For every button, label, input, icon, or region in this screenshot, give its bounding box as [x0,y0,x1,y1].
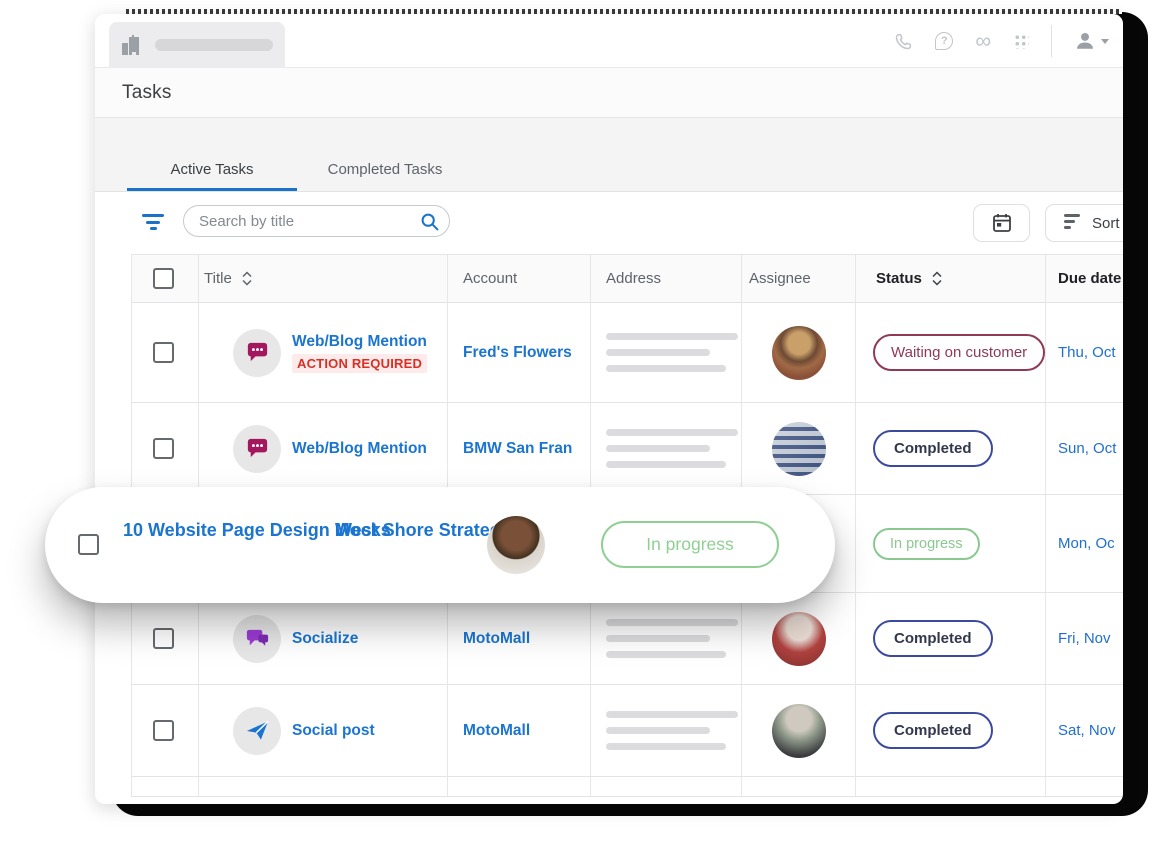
help-icon[interactable]: ? [935,32,953,50]
assignee-avatar [772,612,826,666]
callout-title-link[interactable]: 10 Website Page Design Mocks [123,517,293,544]
user-menu-caret [1101,39,1109,44]
due-date: Mon, Oc [1058,535,1115,552]
browser-tab[interactable] [109,22,285,68]
search-icon[interactable] [420,212,440,237]
blog-mention-icon [233,329,281,377]
tab-bar: Active Tasks Completed Tasks [95,118,1123,192]
status-badge[interactable]: Completed [873,712,993,749]
address-placeholder [606,429,738,468]
page-header: Tasks [95,68,1123,118]
apps-grid-icon[interactable] [1013,33,1029,49]
table-row: Social post MotoMall Completed Sat, Nov [131,685,1123,777]
account-link[interactable]: MotoMall [463,630,530,648]
tab-completed-tasks[interactable]: Completed Tasks [297,151,473,191]
sort-icon [1064,214,1080,232]
row-checkbox[interactable] [153,342,174,363]
business-icon [119,33,143,57]
row-checkbox[interactable] [153,628,174,649]
task-title-link[interactable]: Social post [292,722,375,740]
task-title-link[interactable]: Web/Blog Mention [292,333,427,351]
calendar-button[interactable] [973,204,1030,242]
callout-card: 10 Website Page Design Mocks West Shore … [45,487,835,603]
callout-checkbox[interactable] [78,534,99,555]
search-box [183,205,450,237]
callout-avatar [487,516,545,574]
due-date: Fri, Nov [1058,630,1111,647]
socialize-icon [233,615,281,663]
table-row: Socialize MotoMall Completed Fri, Nov [131,593,1123,685]
header-checkbox-cell [131,255,198,302]
account-link[interactable]: MotoMall [463,722,530,740]
due-date: Sun, Oct [1058,440,1116,457]
address-placeholder [606,333,738,372]
screenshot-canvas: ? ∞ Tasks Active Tasks Completed Tasks [0,0,1156,846]
callout-status-badge[interactable]: In progress [601,521,779,568]
select-all-checkbox[interactable] [153,268,174,289]
phone-icon[interactable] [894,32,913,51]
sort-arrows-icon[interactable] [931,271,943,286]
due-date: Thu, Oct [1058,344,1116,361]
callout-account-link[interactable]: West Shore Strategy [335,517,465,544]
blog-mention-icon [233,425,281,473]
column-header-title[interactable]: Title [198,255,447,302]
account-link[interactable]: Fred's Flowers [463,344,572,362]
address-placeholder [606,711,738,750]
row-checkbox[interactable] [153,720,174,741]
search-input[interactable] [184,206,449,236]
address-placeholder [606,619,738,658]
sort-button-label: Sort [1092,215,1120,232]
tab-active-tasks[interactable]: Active Tasks [127,151,297,191]
calendar-icon [990,211,1014,235]
top-bar-divider [1051,25,1052,57]
table-row [131,777,1123,797]
due-date: Sat, Nov [1058,722,1116,739]
column-header-address: Address [590,255,741,302]
table-header-row: Title Account Address Assignee Status [131,254,1123,303]
assignee-avatar [772,422,826,476]
status-badge[interactable]: Completed [873,430,993,467]
user-avatar-icon [1074,30,1096,52]
task-title-link[interactable]: Web/Blog Mention [292,440,427,458]
page-title: Tasks [122,68,1123,118]
filter-icon[interactable] [141,214,165,232]
assignee-avatar [772,704,826,758]
assignee-avatar [772,326,826,380]
sort-arrows-icon[interactable] [241,271,253,286]
task-title-link[interactable]: Socialize [292,630,358,648]
column-header-account: Account [447,255,590,302]
status-badge[interactable]: Waiting on customer [873,334,1045,371]
column-header-due-date: Due date [1045,255,1123,302]
sort-button[interactable]: Sort [1045,204,1123,242]
account-link[interactable]: BMW San Fran [463,440,572,458]
top-bar: ? ∞ [95,14,1123,68]
action-required-badge: ACTION REQUIRED [292,354,427,373]
table-row: Web/Blog Mention ACTION REQUIRED Fred's … [131,303,1123,403]
user-menu[interactable] [1074,30,1109,52]
column-header-status[interactable]: Status [855,255,1045,302]
row-checkbox[interactable] [153,438,174,459]
column-header-assignee: Assignee [741,255,855,302]
link-icon[interactable]: ∞ [975,32,991,50]
status-badge[interactable]: Completed [873,620,993,657]
table-row: Web/Blog Mention BMW San Fran Completed … [131,403,1123,495]
status-badge[interactable]: In progress [873,528,980,560]
table-toolbar: Sort [95,192,1123,254]
loading-placeholder [155,39,273,51]
social-post-icon [233,707,281,755]
app-window: ? ∞ Tasks Active Tasks Completed Tasks [95,14,1123,804]
top-bar-icons: ? ∞ [894,14,1109,68]
